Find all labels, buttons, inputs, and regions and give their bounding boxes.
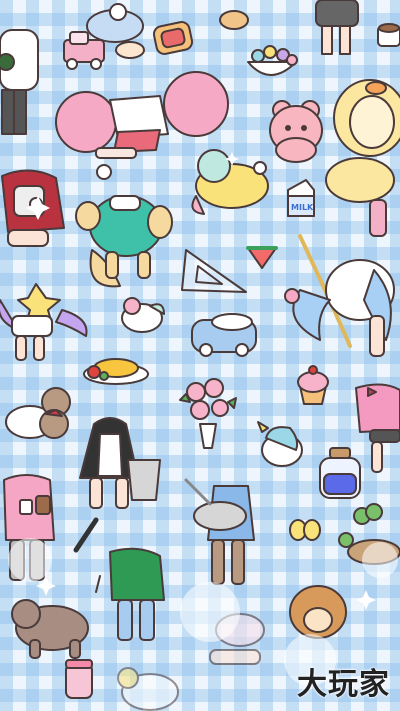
sticker-blue-car[interactable] bbox=[191, 313, 257, 357]
sticker-pegasus-large[interactable] bbox=[117, 667, 179, 711]
sticker-green-jacket-boy[interactable] bbox=[95, 547, 165, 641]
sticker-omurice-plate[interactable] bbox=[83, 358, 149, 385]
sticker-maid-girl[interactable] bbox=[79, 417, 161, 509]
sticker-cupcake[interactable] bbox=[297, 365, 329, 405]
sticker-triangle-ruler[interactable] bbox=[181, 249, 247, 293]
sticker-candy-bowl[interactable] bbox=[247, 45, 298, 76]
watermark-logo: 大玩家 bbox=[297, 667, 390, 702]
sticker-fish-cookie[interactable] bbox=[219, 10, 249, 30]
sparkle-icon bbox=[356, 590, 376, 610]
sticker-flower-vase[interactable] bbox=[179, 378, 237, 449]
sticker-unicorn-head[interactable] bbox=[257, 421, 303, 467]
sticker-dog-teal-dress[interactable] bbox=[75, 195, 173, 288]
sticker-toast[interactable] bbox=[152, 21, 194, 56]
sticker-boy-white-shirt[interactable] bbox=[0, 29, 39, 135]
sticker-milk-carton[interactable]: MILK bbox=[287, 179, 315, 217]
sticker-brown-dog[interactable] bbox=[11, 599, 89, 659]
sticker-watermelon-slice[interactable] bbox=[246, 246, 278, 269]
sticker-pink-sweater-kid[interactable] bbox=[355, 383, 400, 473]
sticker-teddy-bear[interactable] bbox=[5, 387, 71, 439]
sticker-angel-star[interactable] bbox=[0, 283, 88, 361]
sticker-potion-bottle[interactable] bbox=[319, 447, 361, 499]
sticker-board: MILK bbox=[0, 0, 400, 711]
sticker-duck-costume[interactable] bbox=[325, 79, 400, 237]
sticker-coffee-cup[interactable] bbox=[377, 23, 400, 47]
sticker-pen[interactable] bbox=[73, 517, 99, 553]
sticker-pegasus-small[interactable] bbox=[121, 297, 165, 333]
sticker-pomeranian[interactable] bbox=[289, 585, 347, 639]
game-screen: MILK 大玩家 bbox=[0, 0, 400, 711]
sticker-girl-gray-skirt[interactable] bbox=[315, 0, 359, 55]
sticker-baker-whisk[interactable] bbox=[184, 478, 255, 585]
sticker-butterfly[interactable] bbox=[289, 519, 321, 541]
milk-carton-label: MILK bbox=[291, 203, 314, 212]
sticker-strawberry-jar[interactable] bbox=[65, 659, 93, 699]
sticker-pink-bear[interactable] bbox=[269, 100, 323, 163]
sticker-angel-archer[interactable] bbox=[284, 234, 395, 357]
